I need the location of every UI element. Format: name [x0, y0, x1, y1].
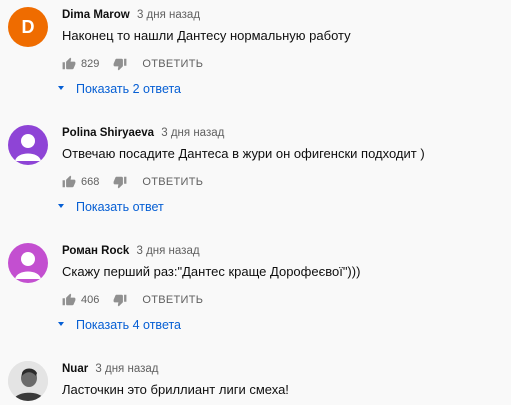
dislike-icon[interactable]	[113, 175, 127, 189]
like-icon[interactable]	[62, 175, 76, 189]
show-replies-label: Показать 4 ответа	[76, 318, 182, 332]
show-replies-button[interactable]: Показать ответ	[56, 200, 502, 214]
like-icon[interactable]	[62, 57, 76, 71]
like-count: 829	[81, 58, 100, 70]
like-count: 668	[81, 176, 100, 188]
avatar-letter: D	[21, 16, 35, 37]
comment-text: Ласточкин это бриллиант лиги смеха!	[62, 382, 289, 397]
show-replies-button[interactable]: Показать 4 ответа	[56, 318, 502, 332]
comment-text: Скажу перший раз:"Дантес краще Дорофеєво…	[62, 264, 361, 279]
comment-time[interactable]: 3 дня назад	[136, 245, 199, 257]
user-silhouette-icon	[15, 134, 41, 161]
caret-down-icon	[56, 82, 66, 96]
show-replies-button[interactable]: Показать 2 ответа	[56, 82, 502, 96]
comment-time[interactable]: 3 дня назад	[95, 363, 158, 375]
comment-time[interactable]: 3 дня назад	[137, 9, 200, 21]
caret-down-icon	[56, 200, 66, 214]
reply-button[interactable]: ОТВЕТИТЬ	[142, 58, 203, 70]
like-icon[interactable]	[62, 293, 76, 307]
avatar[interactable]	[8, 125, 48, 165]
user-silhouette-icon	[15, 252, 41, 279]
like-count: 406	[81, 294, 100, 306]
comment-author[interactable]: Dima Marow	[62, 9, 130, 21]
show-replies-label: Показать ответ	[76, 200, 164, 214]
caret-down-icon	[56, 318, 66, 332]
avatar[interactable]: D	[8, 7, 48, 47]
user-photo-icon	[8, 361, 48, 401]
dislike-icon[interactable]	[113, 57, 127, 71]
comment-author[interactable]: Polina Shiryaeva	[62, 127, 154, 139]
comment-time[interactable]: 3 дня назад	[161, 127, 224, 139]
reply-button[interactable]: ОТВЕТИТЬ	[142, 294, 203, 306]
avatar[interactable]	[8, 243, 48, 283]
reply-button[interactable]: ОТВЕТИТЬ	[142, 176, 203, 188]
comment-author[interactable]: Роман Rock	[62, 245, 129, 257]
dislike-icon[interactable]	[113, 293, 127, 307]
avatar[interactable]	[8, 361, 48, 401]
comment-text: Наконец то нашли Дантесу нормальную рабо…	[62, 28, 351, 43]
comment-text: Отвечаю посадите Дантеса в жури он офиге…	[62, 146, 425, 161]
show-replies-label: Показать 2 ответа	[76, 82, 182, 96]
comment-author[interactable]: Nuar	[62, 363, 88, 375]
